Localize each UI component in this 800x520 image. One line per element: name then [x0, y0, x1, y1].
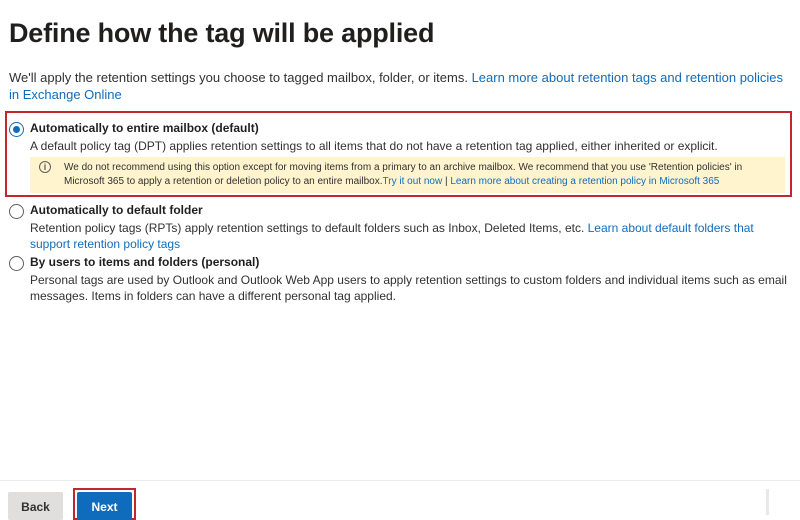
- option-desc-default-folder-text: Retention policy tags (RPTs) apply reten…: [30, 221, 588, 235]
- intro-description: We'll apply the retention settings you c…: [9, 70, 472, 85]
- info-icon: i: [39, 161, 51, 173]
- next-button[interactable]: Next: [77, 492, 132, 520]
- back-button[interactable]: Back: [8, 492, 63, 520]
- option-entire-mailbox[interactable]: Automatically to entire mailbox (default…: [9, 120, 789, 156]
- option-desc-personal: Personal tags are used by Outlook and Ou…: [30, 273, 787, 303]
- radio-entire-mailbox[interactable]: [9, 122, 24, 137]
- scrollbar-handle[interactable]: [766, 489, 769, 515]
- radio-default-folder[interactable]: [9, 204, 24, 219]
- option-desc-entire-mailbox: A default policy tag (DPT) applies reten…: [30, 139, 718, 153]
- warning-message-bar: i We do not recommend using this option …: [30, 157, 785, 193]
- try-it-out-link[interactable]: Try it out now: [383, 176, 443, 187]
- option-label-personal[interactable]: By users to items and folders (personal): [30, 255, 259, 269]
- option-label-default-folder[interactable]: Automatically to default folder: [30, 203, 203, 217]
- learn-more-retention-policy-link[interactable]: Learn more about creating a retention po…: [450, 176, 719, 187]
- option-default-folder[interactable]: Automatically to default folder Retentio…: [9, 202, 789, 251]
- page-title: Define how the tag will be applied: [9, 18, 435, 48]
- intro-text: We'll apply the retention settings you c…: [9, 69, 789, 103]
- option-label-entire-mailbox[interactable]: Automatically to entire mailbox (default…: [30, 121, 259, 135]
- radio-personal[interactable]: [9, 256, 24, 271]
- option-desc-default-folder: Retention policy tags (RPTs) apply reten…: [30, 220, 795, 252]
- option-personal[interactable]: By users to items and folders (personal)…: [9, 254, 789, 304]
- wizard-footer: Back Next: [0, 480, 800, 520]
